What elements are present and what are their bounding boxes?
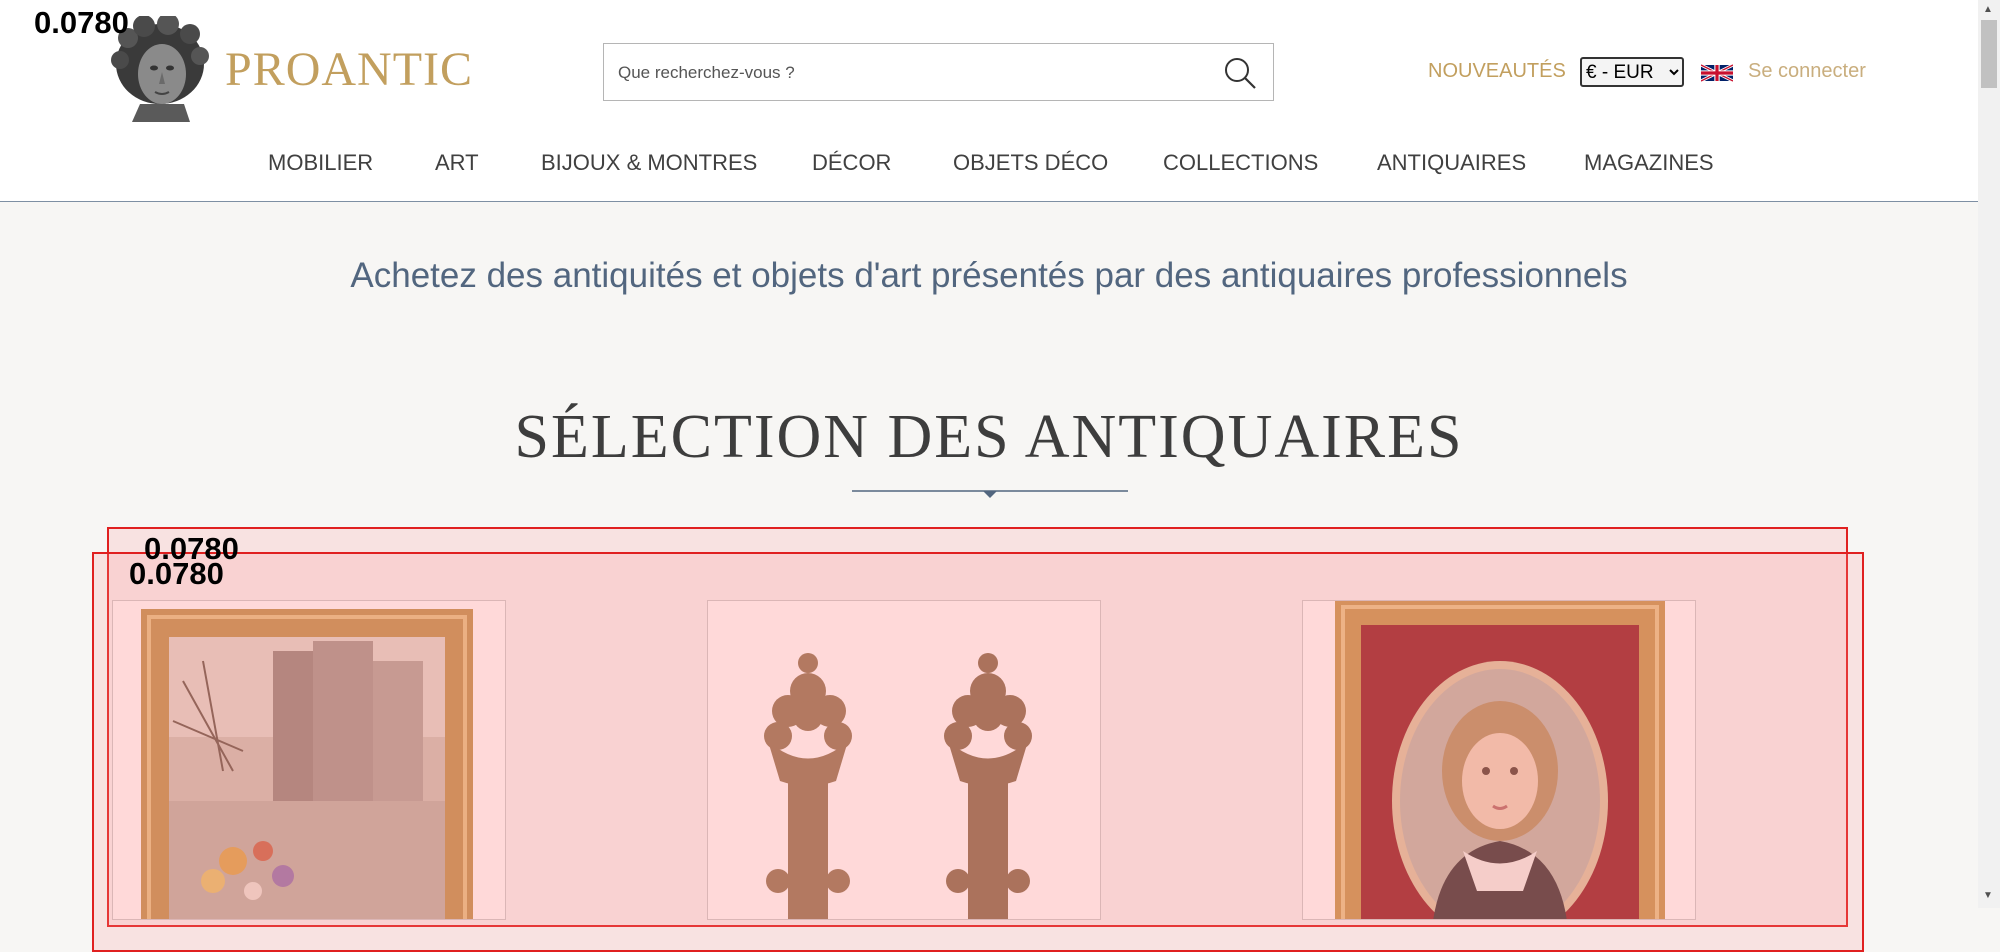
nav-item-art[interactable]: ART [435,150,479,176]
title-divider [852,488,1128,500]
score-label: 0.0780 [34,5,129,40]
search-icon[interactable] [1223,56,1257,90]
uk-flag-icon[interactable] [1700,61,1734,85]
page-tagline: Achetez des antiquités et objets d'art p… [350,256,1628,295]
main-navigation: MOBILIER ART BIJOUX & MONTRES DÉCOR OBJE… [0,150,1978,180]
score-label: 0.0780 [129,556,224,591]
nav-item-decor[interactable]: DÉCOR [812,150,891,176]
login-link[interactable]: Se connecter [1748,60,1866,83]
search-bar [603,43,1274,102]
new-arrivals-link[interactable]: NOUVEAUTÉS [1428,60,1566,83]
scroll-down-icon[interactable]: ▼ [1983,890,1993,901]
nav-item-bijoux-montres[interactable]: BIJOUX & MONTRES [541,150,757,176]
nav-item-antiquaires[interactable]: ANTIQUAIRES [1377,150,1526,176]
nav-item-magazines[interactable]: MAGAZINES [1584,150,1714,176]
detection-box-inner [92,552,1864,952]
page-scrollbar[interactable] [1978,0,2000,908]
currency-select[interactable]: € - EUR [1580,57,1684,87]
search-input[interactable] [616,44,1180,102]
scroll-up-icon[interactable]: ▲ [1983,4,1993,15]
nav-item-collections[interactable]: COLLECTIONS [1163,150,1318,176]
brand-logo-text[interactable]: PROANTIC [225,42,473,97]
nav-item-mobilier[interactable]: MOBILIER [268,150,373,176]
section-title: SÉLECTION DES ANTIQUAIRES [514,403,1464,471]
scrollbar-thumb[interactable] [1981,20,1997,88]
nav-item-objets-deco[interactable]: OBJETS DÉCO [953,150,1108,176]
